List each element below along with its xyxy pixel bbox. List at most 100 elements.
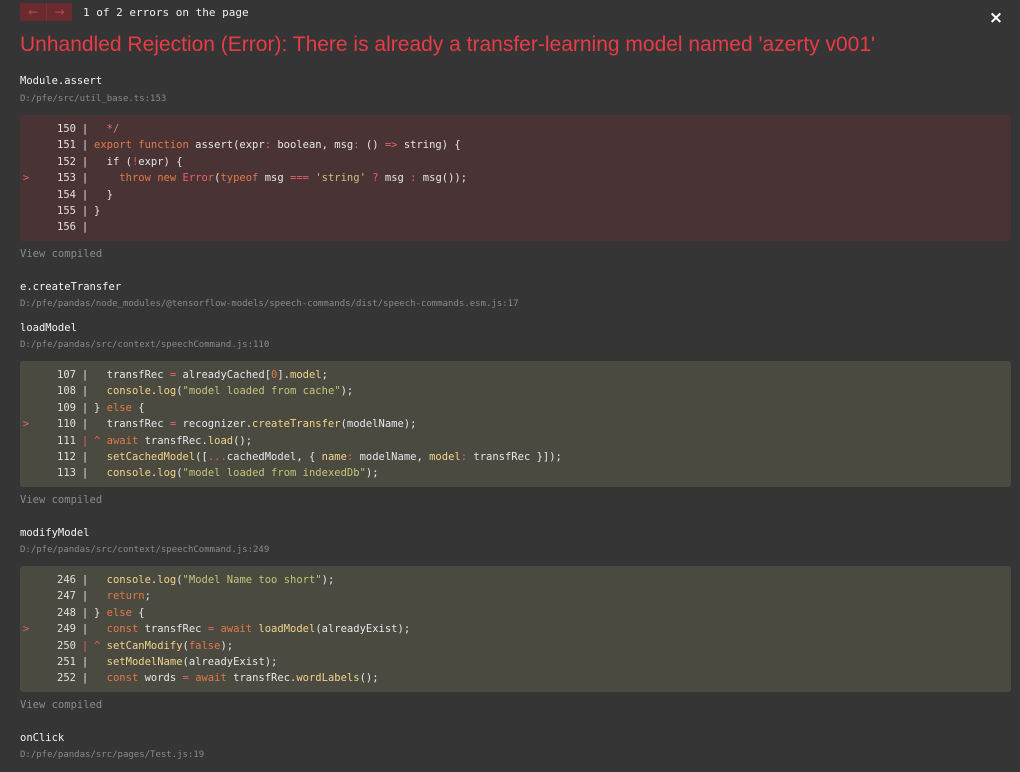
line-gutter: | [81, 418, 89, 431]
code-text: transfRec = recognizer.createTransfer(mo… [94, 418, 417, 431]
error-line-marker [20, 449, 32, 465]
code-text: transfRec = alreadyCached[0].model; [94, 369, 328, 381]
code-text: console.log("Model Name too short"); [106, 574, 335, 586]
next-error-button[interactable]: → [46, 3, 72, 21]
code-text: throw new Error(typeof msg === 'string' … [119, 172, 468, 185]
line-number: 249 [57, 623, 76, 636]
code-line: 150 | */ [20, 121, 1011, 137]
code-snippet: 150 | */ 151 | export function assert(expr: … [20, 115, 1011, 241]
nav-button-group: ← → [20, 3, 72, 21]
error-line-marker [20, 605, 32, 621]
error-line-marker: > [22, 418, 30, 431]
error-line-marker: > [22, 172, 30, 185]
error-line-marker [20, 137, 32, 153]
frame-file-location[interactable]: D:/pfe/pandas/node_modules/@tensorflow-m… [20, 299, 519, 309]
line-gutter: | [81, 606, 89, 619]
line-gutter: | [81, 123, 89, 135]
error-line-marker [20, 121, 32, 137]
error-counter: 1 of 2 errors on the page [83, 5, 249, 19]
line-number: 112 [57, 450, 76, 463]
code-text: console.log("model loaded from cache"); [106, 385, 354, 398]
line-gutter: | [81, 450, 89, 463]
line-number: 250 [57, 639, 76, 652]
line-number: 150 [57, 123, 76, 135]
error-line-marker [20, 383, 32, 399]
code-line: 152 | if (!expr) { [20, 154, 1011, 170]
code-line: 111 | ^ await transfRec.load(); [20, 433, 1011, 449]
code-line: 248 |} else { [20, 605, 1011, 621]
error-line-marker [20, 465, 32, 481]
line-number: 151 [57, 139, 76, 152]
code-line: 112 | setCachedModel([...cachedModel, { n… [20, 449, 1011, 465]
line-number: 107 [57, 369, 76, 381]
code-text: return; [106, 590, 151, 603]
frame-file-location[interactable]: D:/pfe/src/util_base.ts:153 [20, 94, 166, 104]
error-line-marker [20, 400, 32, 416]
code-line: 151 | export function assert(expr: boolean… [20, 137, 1011, 153]
error-title: Unhandled Rejection (Error): There is al… [20, 33, 876, 56]
view-compiled-link[interactable]: View compiled [20, 248, 102, 260]
line-number: 110 [57, 418, 76, 431]
previous-error-button[interactable]: ← [20, 3, 46, 21]
error-line-marker [20, 187, 32, 203]
line-gutter: | [81, 401, 89, 414]
line-number: 113 [57, 467, 76, 480]
code-line: >110 | transfRec = recognizer.createTrans… [20, 416, 1011, 432]
code-text: } [94, 204, 101, 217]
code-text: const words = await transfRec.wordLabels… [106, 672, 379, 685]
line-gutter: | [81, 155, 89, 168]
code-text: ^ await transfRec.load(); [94, 434, 253, 447]
line-number: 252 [57, 672, 76, 685]
view-compiled-link[interactable]: View compiled [20, 699, 102, 711]
line-gutter: | [81, 204, 89, 217]
error-line-marker [20, 654, 32, 670]
frame-file-location[interactable]: D:/pfe/pandas/src/context/speechCommand.… [20, 340, 269, 350]
code-line: 252 | const words = await transfRec.wordL… [20, 670, 1011, 686]
line-number: 153 [57, 172, 76, 185]
line-number: 152 [57, 155, 76, 168]
view-compiled-link[interactable]: View compiled [20, 494, 102, 506]
line-number: 111 [57, 434, 76, 447]
code-line: 107 | transfRec = alreadyCached[0].model; [20, 367, 1011, 383]
close-icon[interactable]: × [987, 8, 1005, 28]
code-line: 246 | console.log("Model Name too short")… [20, 572, 1011, 588]
frame-file-location[interactable]: D:/pfe/pandas/src/context/speechCommand.… [20, 545, 269, 555]
line-gutter: | [81, 385, 89, 398]
error-line-marker [20, 638, 32, 654]
error-overlay: ← → 1 of 2 errors on the page × Unhandle… [0, 0, 1020, 772]
code-snippet: 107 | transfRec = alreadyCached[0].model;… [20, 361, 1011, 487]
code-text: console.log("model loaded from indexedDb… [106, 467, 379, 480]
code-text: export function assert(expr: boolean, ms… [94, 139, 461, 152]
line-number: 108 [57, 385, 76, 398]
code-line: 250 | ^ setCanModify(false); [20, 638, 1011, 654]
code-text: } [94, 188, 113, 201]
line-number: 156 [57, 221, 76, 234]
code-text: setCachedModel([...cachedModel, { name: … [106, 450, 562, 463]
error-line-marker [20, 367, 32, 383]
line-gutter: | [81, 590, 89, 603]
line-gutter: | [81, 467, 89, 480]
line-gutter: | [81, 172, 89, 185]
code-text: setModelName(alreadyExist); [106, 655, 278, 668]
code-line: 109 |} else { [20, 400, 1011, 416]
error-line-marker [20, 433, 32, 449]
error-line-marker [20, 203, 32, 219]
code-line: 251 | setModelName(alreadyExist); [20, 654, 1011, 670]
code-line: >249 | const transfRec = await loadModel(… [20, 621, 1011, 637]
frame-function-name: Module.assert [20, 75, 103, 87]
error-line-marker [20, 572, 32, 588]
frame-function-name: loadModel [20, 322, 77, 334]
code-line: 156 | [20, 219, 1011, 235]
line-gutter: | [81, 574, 89, 586]
code-text: ^ setCanModify(false); [94, 639, 234, 652]
code-snippet: 246 | console.log("Model Name too short")… [20, 566, 1011, 692]
frame-file-location[interactable]: D:/pfe/pandas/src/pages/Test.js:19 [20, 750, 204, 760]
line-gutter: | [81, 434, 89, 447]
line-gutter: | [81, 188, 89, 201]
line-gutter: | [81, 369, 89, 381]
line-gutter: | [81, 221, 89, 234]
code-line: 108 | console.log("model loaded from cach… [20, 383, 1011, 399]
error-navigation: ← → 1 of 2 errors on the page [20, 3, 249, 21]
error-line-marker: > [22, 623, 30, 636]
code-line: 247 | return; [20, 588, 1011, 604]
